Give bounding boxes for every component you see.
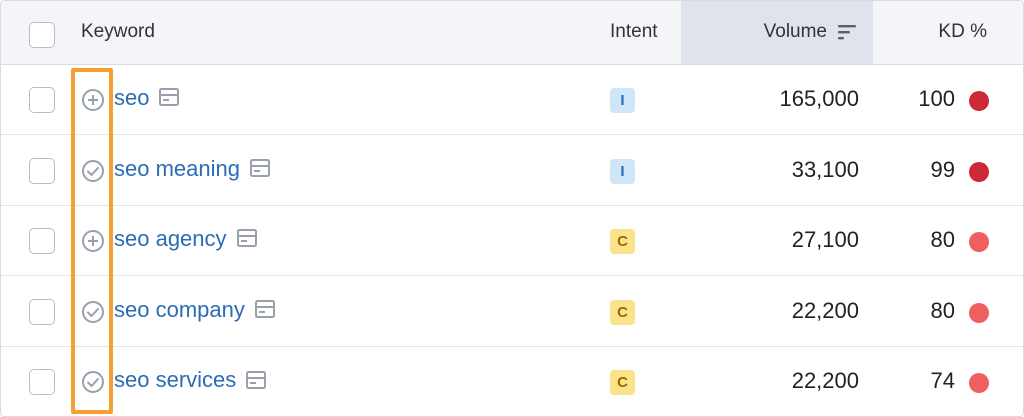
- intent-column-header[interactable]: Intent: [610, 21, 658, 43]
- keyword-link[interactable]: seo meaning: [114, 156, 270, 182]
- keyword-column-header[interactable]: Keyword: [81, 21, 155, 43]
- serp-features-icon[interactable]: [236, 229, 257, 248]
- intent-badge: I: [610, 158, 635, 184]
- select-all-checkbox[interactable]: [29, 22, 55, 48]
- check-circle-icon[interactable]: [81, 300, 105, 324]
- table-row: seo company C 22,200 80: [1, 277, 1023, 347]
- kd-indicator-dot: [969, 302, 989, 323]
- kd-indicator-dot: [969, 161, 989, 182]
- serp-features-icon[interactable]: [254, 299, 275, 318]
- row-checkbox[interactable]: [29, 228, 55, 255]
- sort-descending-icon[interactable]: [837, 23, 857, 41]
- volume-value: 33,100: [791, 156, 859, 182]
- intent-badge: C: [610, 229, 635, 255]
- kd-value: 99: [930, 156, 955, 182]
- kd-column-header[interactable]: KD %: [938, 21, 987, 43]
- keyword-link[interactable]: seo company: [114, 297, 275, 323]
- table-row: seo meaning I 33,100 99: [1, 136, 1023, 206]
- keyword-table: Keyword Intent Volume KD % seo I 165,000…: [0, 0, 1024, 417]
- kd-indicator-dot: [969, 373, 989, 394]
- keyword-text: seo services: [114, 367, 237, 393]
- kd-value: 80: [930, 227, 955, 253]
- plus-circle-icon[interactable]: [81, 88, 105, 112]
- volume-value: 22,200: [791, 297, 859, 323]
- serp-features-icon[interactable]: [249, 158, 270, 177]
- keyword-text: seo: [114, 85, 150, 110]
- kd-indicator-dot: [969, 232, 989, 253]
- table-row: seo services C 22,200 74: [1, 347, 1023, 416]
- row-checkbox[interactable]: [29, 87, 55, 113]
- volume-column-label: Volume: [763, 21, 827, 42]
- plus-circle-icon[interactable]: [81, 229, 105, 253]
- row-checkbox[interactable]: [29, 298, 55, 325]
- keyword-text: seo meaning: [114, 155, 240, 181]
- keyword-link[interactable]: seo agency: [114, 226, 257, 252]
- intent-badge: I: [610, 88, 635, 113]
- kd-indicator-dot: [969, 91, 989, 111]
- row-checkbox[interactable]: [29, 369, 55, 396]
- volume-value: 22,200: [791, 368, 859, 394]
- table-header: Keyword Intent Volume KD %: [1, 1, 1023, 65]
- volume-value: 27,100: [791, 227, 859, 253]
- volume-column-header[interactable]: Volume: [681, 1, 873, 64]
- serp-features-icon[interactable]: [159, 88, 180, 107]
- volume-value: 165,000: [779, 86, 859, 111]
- keyword-link[interactable]: seo: [114, 85, 180, 111]
- intent-badge: C: [610, 299, 635, 325]
- kd-value: 100: [918, 86, 955, 111]
- keyword-text: seo agency: [114, 226, 227, 252]
- check-circle-icon[interactable]: [81, 159, 105, 183]
- keyword-link[interactable]: seo services: [114, 367, 267, 393]
- intent-badge: C: [610, 370, 635, 396]
- check-circle-icon[interactable]: [81, 370, 105, 394]
- keyword-text: seo company: [114, 296, 245, 322]
- serp-features-icon[interactable]: [246, 370, 267, 389]
- row-checkbox[interactable]: [29, 157, 55, 184]
- kd-value: 80: [930, 297, 955, 323]
- kd-value: 74: [930, 368, 955, 394]
- table-row: seo I 165,000 100: [1, 65, 1023, 135]
- table-row: seo agency C 27,100 80: [1, 206, 1023, 277]
